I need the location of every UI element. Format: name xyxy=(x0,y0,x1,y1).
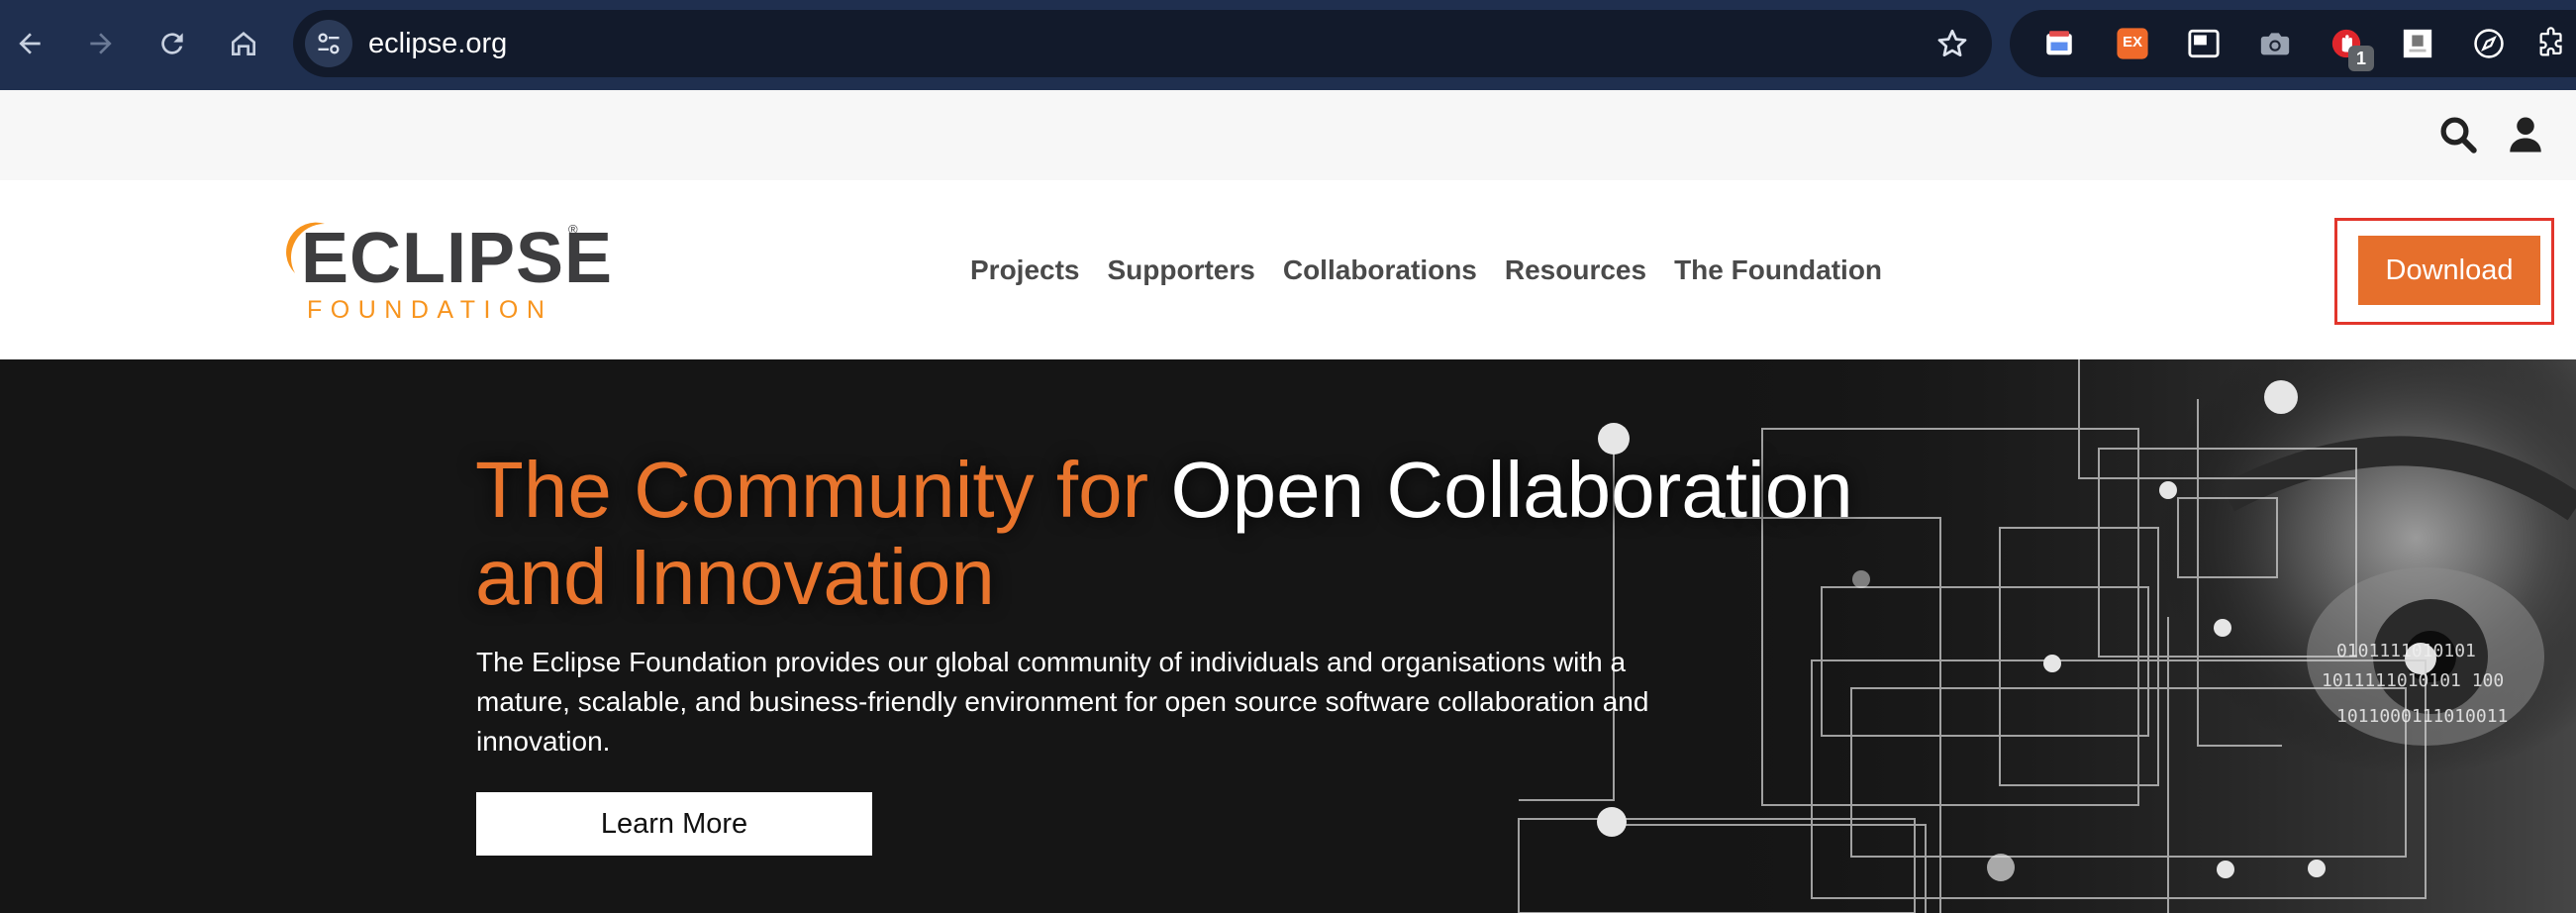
extension-reader[interactable] xyxy=(2041,26,2077,61)
bookmark-star-icon[interactable] xyxy=(1934,26,1970,61)
compass-icon xyxy=(2474,29,2504,58)
reload-button[interactable] xyxy=(149,20,196,67)
nav-collaborations[interactable]: Collaborations xyxy=(1283,254,1477,286)
qr-extension-icon xyxy=(2403,29,2432,58)
hero-section: 0101111010101 1011111010101 100 10110001… xyxy=(0,359,2576,913)
site-settings-button[interactable] xyxy=(305,20,352,67)
extensions-menu-button[interactable] xyxy=(2534,26,2570,61)
eclipse-foundation-logo[interactable]: ECLIPSE ® FOUNDATION xyxy=(281,218,612,327)
logo-subtitle: FOUNDATION xyxy=(307,296,553,324)
home-button[interactable] xyxy=(220,20,267,67)
back-button[interactable] xyxy=(6,20,53,67)
hero-background-image: 0101111010101 1011111010101 100 10110001… xyxy=(1518,359,2576,913)
nav-projects[interactable]: Projects xyxy=(970,254,1080,286)
extension-camera[interactable] xyxy=(2257,26,2293,61)
nav-the-foundation[interactable]: The Foundation xyxy=(1674,254,1882,286)
search-icon[interactable] xyxy=(2437,114,2479,155)
forward-button[interactable] xyxy=(77,20,125,67)
extension-badge: 1 xyxy=(2348,46,2374,71)
hero-title-part-1: The Community for xyxy=(475,446,1149,534)
picture-in-picture-icon xyxy=(2188,29,2220,58)
reload-icon xyxy=(161,33,183,54)
download-button[interactable]: Download xyxy=(2358,236,2540,305)
browser-toolbar: eclipse.org EX 1 xyxy=(0,0,2576,90)
extension-compass[interactable] xyxy=(2471,26,2507,61)
hero-binary-text-1: 0101111010101 xyxy=(2336,641,2476,661)
logo-wordmark: ECLIPSE xyxy=(301,219,614,298)
utility-bar xyxy=(0,90,2576,180)
url-text[interactable]: eclipse.org xyxy=(368,10,507,77)
back-icon xyxy=(19,33,41,54)
hero-title: The Community for Open Collaboration and… xyxy=(475,447,1881,621)
hero-title-part-2: Open Collaboration xyxy=(1170,446,1853,534)
hero-binary-text-3: 1011000111010011 xyxy=(2336,706,2508,727)
extension-ex[interactable]: EX xyxy=(2115,26,2150,61)
ex-extension-label: EX xyxy=(2122,34,2142,51)
extension-adblock[interactable]: 1 xyxy=(2328,26,2374,71)
extension-pip[interactable] xyxy=(2186,26,2222,61)
reader-extension-icon xyxy=(2046,31,2072,55)
address-bar[interactable]: eclipse.org xyxy=(293,10,1992,77)
user-icon[interactable] xyxy=(2505,114,2546,155)
extension-qr[interactable] xyxy=(2400,26,2435,61)
puzzle-icon xyxy=(2539,27,2562,56)
learn-more-button[interactable]: Learn More xyxy=(476,792,872,856)
site-settings-icon xyxy=(318,33,340,54)
hero-binary-text-2: 1011111010101 100 xyxy=(2322,670,2504,691)
hero-description: The Eclipse Foundation provides our glob… xyxy=(476,647,1649,757)
site-header: ECLIPSE ® FOUNDATION Projects Supporters… xyxy=(0,180,2576,359)
nav-supporters[interactable]: Supporters xyxy=(1108,254,1255,286)
forward-icon xyxy=(90,33,112,54)
main-navigation: Projects Supporters Collaborations Resou… xyxy=(970,180,1882,359)
nav-resources[interactable]: Resources xyxy=(1505,254,1646,286)
camera-icon xyxy=(2260,33,2290,55)
home-icon xyxy=(232,32,255,55)
hero-title-part-3: and Innovation xyxy=(475,533,995,621)
logo-registered-mark: ® xyxy=(568,222,578,237)
extensions-bar: EX 1 xyxy=(2010,10,2576,77)
